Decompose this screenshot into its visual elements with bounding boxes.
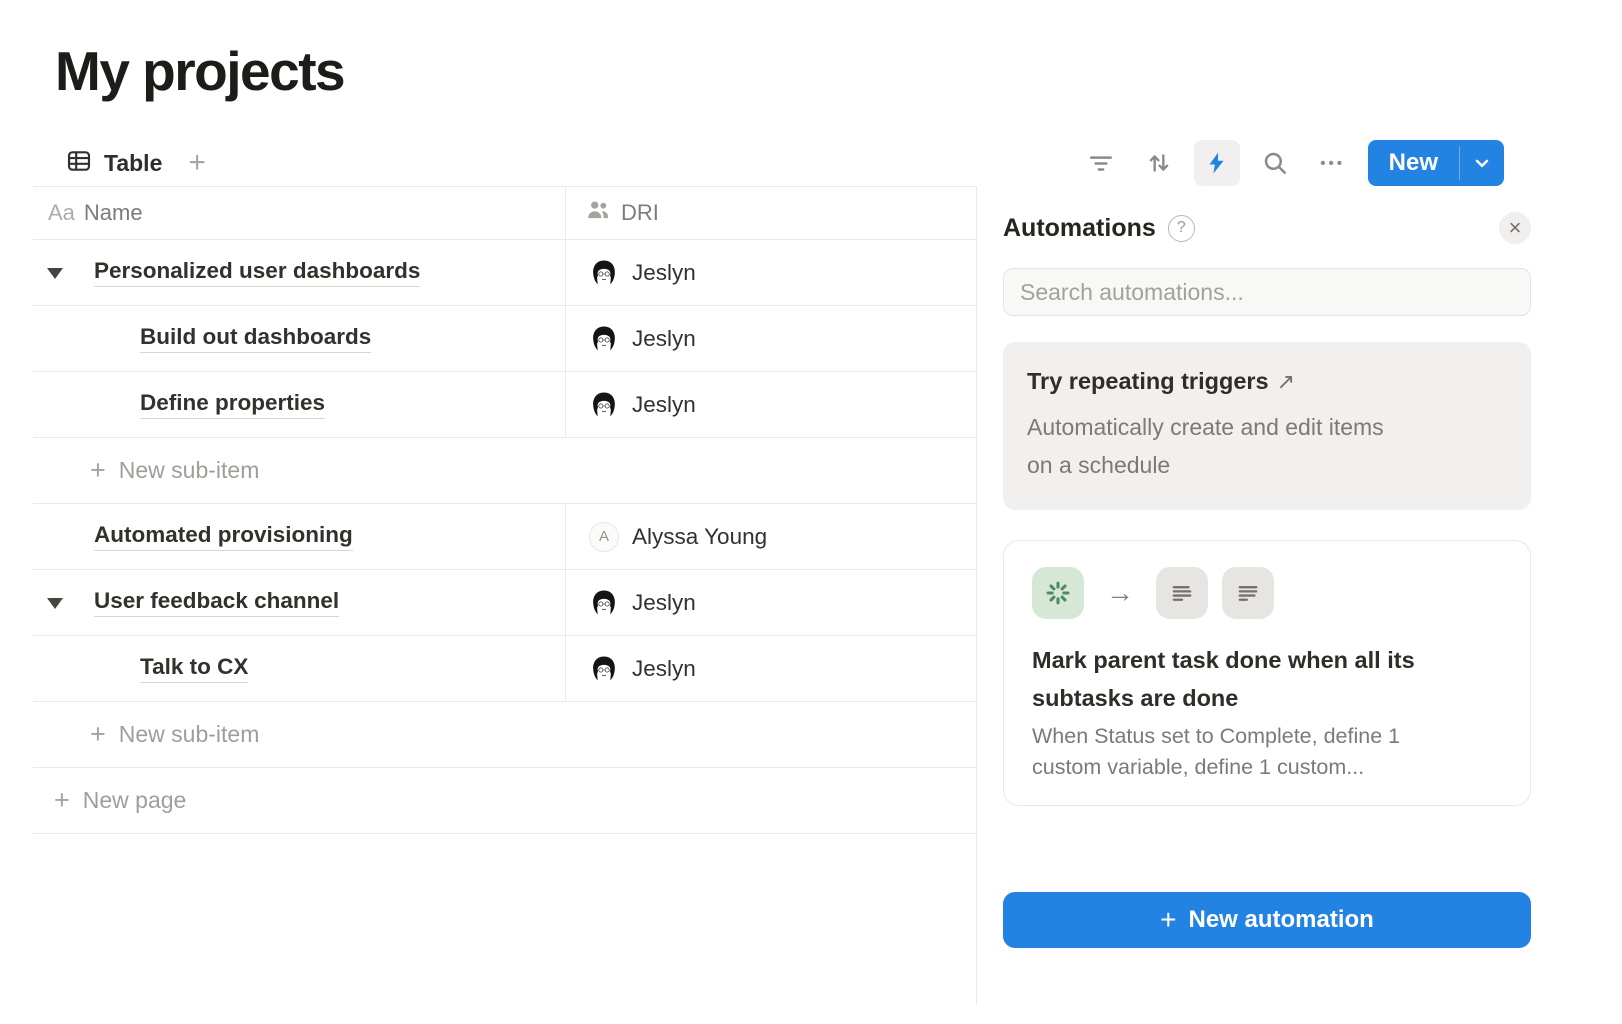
promo-description: Automatically create and edit items on a… (1027, 408, 1507, 484)
people-icon (585, 197, 611, 229)
page-link[interactable]: Personalized user dashboards (94, 258, 420, 287)
table-row: Automated provisioning A Alyssa Young (33, 504, 976, 570)
table-view-icon (66, 148, 92, 179)
avatar (589, 654, 619, 684)
new-sub-item-button[interactable]: + New sub-item (33, 438, 976, 503)
new-button-label[interactable]: New (1368, 140, 1459, 186)
column-header-dri[interactable]: DRI (565, 187, 976, 239)
table-header-row: Aa Name DRI (33, 186, 976, 240)
automation-flow-icons: → (1032, 567, 1502, 619)
repeating-triggers-promo-card[interactable]: Try repeating triggers ↗ Automatically cr… (1003, 342, 1531, 510)
page-header: My projects (0, 0, 1622, 104)
dri-person-name[interactable]: Jeslyn (632, 590, 696, 616)
chevron-down-icon[interactable] (1460, 140, 1504, 186)
dri-person-name[interactable]: Jeslyn (632, 656, 696, 682)
page-title: My projects (55, 38, 1622, 104)
automations-title: Automations (1003, 214, 1156, 243)
sort-icon[interactable] (1136, 140, 1182, 186)
avatar (589, 390, 619, 420)
page-link[interactable]: Talk to CX (140, 654, 248, 683)
automations-panel: Automations ? × Try repeating triggers ↗ … (976, 186, 1622, 1004)
column-header-name[interactable]: Aa Name (33, 187, 565, 239)
filter-icon[interactable] (1078, 140, 1124, 186)
avatar-letter: A (589, 522, 619, 552)
projects-table: Aa Name DRI (33, 186, 976, 1004)
new-automation-label: New automation (1189, 906, 1374, 934)
add-view-plus-icon[interactable]: + (188, 148, 206, 178)
new-page-label: New page (83, 787, 187, 814)
expand-toggle-icon[interactable] (47, 268, 63, 279)
plus-icon: + (90, 455, 106, 486)
new-sub-item-button[interactable]: + New sub-item (33, 702, 976, 767)
table-tab-label: Table (104, 150, 162, 177)
avatar (589, 324, 619, 354)
automations-panel-header: Automations ? × (1003, 212, 1531, 244)
name-column-label: Name (84, 200, 143, 226)
action-edit-property-icon (1222, 567, 1274, 619)
table-row: + New page (33, 768, 976, 834)
close-icon[interactable]: × (1499, 212, 1531, 244)
avatar (589, 588, 619, 618)
dri-person-name[interactable]: Jeslyn (632, 260, 696, 286)
new-page-button[interactable]: + New page (33, 768, 976, 833)
table-row: User feedback channel (33, 570, 976, 636)
new-sub-item-label: New sub-item (119, 457, 260, 484)
page-link[interactable]: Build out dashboards (140, 324, 371, 353)
notion-database-page: My projects Table + (0, 0, 1622, 1024)
search-automations-input[interactable] (1003, 268, 1531, 316)
new-automation-button[interactable]: + New automation (1003, 892, 1531, 948)
trigger-status-spinner-icon (1032, 567, 1084, 619)
table-row: Personalized user dashboards (33, 240, 976, 306)
text-type-icon: Aa (48, 200, 75, 226)
table-row: Define properties (33, 372, 976, 438)
automations-bolt-icon[interactable] (1194, 140, 1240, 186)
dri-person-name[interactable]: Alyssa Young (632, 524, 767, 550)
dri-column-label: DRI (621, 200, 659, 226)
view-toolbar: ••• New (1078, 140, 1504, 186)
table-row: + New sub-item (33, 702, 976, 768)
automation-title: Mark parent task done when all its subta… (1032, 641, 1502, 717)
promo-title: Try repeating triggers (1027, 368, 1269, 394)
tab-table-view[interactable]: Table (66, 148, 162, 179)
table-row: Talk to CX (33, 636, 976, 702)
page-link[interactable]: User feedback channel (94, 588, 339, 617)
avatar (589, 258, 619, 288)
new-button[interactable]: New (1368, 140, 1504, 186)
plus-icon: + (1160, 906, 1176, 934)
page-link[interactable]: Automated provisioning (94, 522, 353, 551)
plus-icon: + (90, 719, 106, 750)
new-sub-item-label: New sub-item (119, 721, 260, 748)
page-link[interactable]: Define properties (140, 390, 325, 419)
automation-card[interactable]: → (1003, 540, 1531, 806)
search-icon[interactable] (1252, 140, 1298, 186)
arrow-right-icon: → (1106, 577, 1134, 609)
dri-person-name[interactable]: Jeslyn (632, 392, 696, 418)
action-edit-property-icon (1156, 567, 1208, 619)
plus-icon: + (54, 785, 70, 816)
help-icon[interactable]: ? (1168, 215, 1195, 242)
more-options-icon[interactable]: ••• (1310, 140, 1356, 186)
dri-person-name[interactable]: Jeslyn (632, 326, 696, 352)
content-split: Aa Name DRI (33, 186, 1622, 1004)
view-bar: Table + (0, 140, 1622, 186)
automation-description: When Status set to Complete, define 1 cu… (1032, 721, 1502, 783)
external-link-arrow-icon: ↗ (1277, 369, 1295, 394)
table-row: + New sub-item (33, 438, 976, 504)
expand-toggle-icon[interactable] (47, 598, 63, 609)
table-row: Build out dashboards (33, 306, 976, 372)
